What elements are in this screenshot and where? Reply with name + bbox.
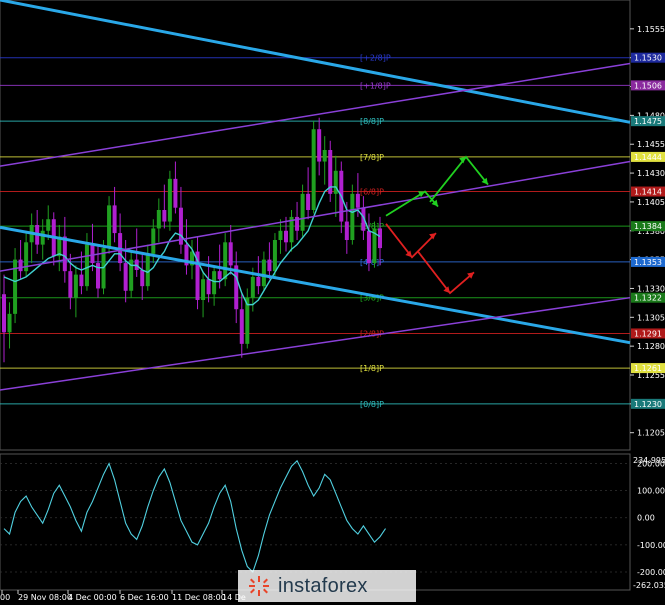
price-tag-label: 1.1414 bbox=[634, 188, 662, 197]
candle-body bbox=[40, 230, 45, 245]
candle-body bbox=[112, 205, 117, 234]
candle-body bbox=[228, 242, 233, 266]
candle-body bbox=[2, 294, 6, 333]
candle-body bbox=[46, 219, 51, 231]
candle-body bbox=[62, 236, 67, 272]
candle-body bbox=[223, 242, 228, 280]
price-tick-label: 1.1405 bbox=[637, 198, 665, 207]
candle-body bbox=[173, 178, 178, 208]
candle-body bbox=[151, 228, 156, 254]
candle-body bbox=[123, 263, 128, 291]
candle-body bbox=[217, 271, 222, 280]
murrey-level-label: [+2/8]P bbox=[360, 54, 391, 63]
murrey-level-label: [+1/8]P bbox=[360, 81, 391, 90]
watermark-brand-text: instaforex bbox=[278, 574, 368, 597]
candle-body bbox=[68, 271, 73, 298]
price-tag-label: 1.1530 bbox=[634, 54, 662, 63]
candle-body bbox=[311, 129, 316, 210]
upper-trend-line bbox=[0, 0, 631, 124]
watermark-logo: instaforex bbox=[238, 570, 416, 602]
oscillator-max-label: 234.9955 bbox=[633, 456, 665, 465]
chart-window: 1.15551.15301.15051.14801.14551.14301.14… bbox=[0, 0, 665, 605]
candle-body bbox=[272, 240, 277, 272]
murrey-level-label: [7/8]P bbox=[360, 153, 384, 162]
candle-body bbox=[73, 274, 78, 298]
instaforex-logo-icon bbox=[249, 576, 269, 596]
forecast-up-arrow-2-head bbox=[459, 156, 466, 164]
price-tick-label: 1.1205 bbox=[637, 429, 665, 438]
candle-body bbox=[284, 230, 288, 243]
candle-body bbox=[300, 193, 305, 231]
candle-body bbox=[322, 150, 327, 162]
price-tick-label: 1.1330 bbox=[637, 284, 665, 293]
oscillator-line bbox=[3, 459, 386, 574]
time-axis-label: 6 Dec 16:00 bbox=[120, 593, 169, 602]
candle-body bbox=[162, 210, 167, 222]
candle-body bbox=[239, 309, 244, 344]
candle-body bbox=[18, 259, 23, 272]
candle-body bbox=[261, 259, 266, 287]
price-tick-label: 1.1305 bbox=[637, 313, 665, 322]
candle-body bbox=[256, 276, 261, 287]
oscillator-tick-label: 0.00 bbox=[637, 514, 655, 523]
lower-trend-line bbox=[0, 225, 631, 345]
candle-body bbox=[90, 244, 95, 264]
murrey-level-label: [1/8]P bbox=[360, 364, 384, 373]
candle-body bbox=[278, 230, 283, 240]
price-tag-label: 1.1506 bbox=[634, 81, 662, 90]
candle-body bbox=[167, 178, 172, 222]
time-axis-label: 4 Dec 00:00 bbox=[68, 593, 117, 602]
price-tag-label: 1.1230 bbox=[634, 400, 662, 409]
oscillator-min-label: -262.035 bbox=[633, 581, 665, 590]
candle-body bbox=[107, 205, 112, 249]
price-tag-label: 1.1322 bbox=[634, 294, 662, 303]
price-tag-label: 1.1353 bbox=[634, 258, 662, 267]
price-tick-label: 1.1280 bbox=[637, 342, 665, 351]
time-axis-label: 11 Dec 08:00 bbox=[172, 593, 226, 602]
oscillator-tick-label: 100.00 bbox=[637, 487, 665, 496]
murrey-level-label: [8/8]P bbox=[360, 117, 384, 126]
price-tick-label: 1.1430 bbox=[637, 169, 665, 178]
candle-body bbox=[84, 244, 89, 287]
candle-body bbox=[212, 271, 217, 295]
candle-body bbox=[366, 230, 371, 264]
forecast-up-arrow-1 bbox=[385, 190, 439, 217]
forecast-down-arrow-2 bbox=[417, 250, 475, 295]
candle-body bbox=[350, 193, 355, 240]
candle-body bbox=[267, 259, 272, 272]
price-tag-label: 1.1475 bbox=[634, 117, 662, 126]
candle-body bbox=[317, 129, 322, 162]
candle-body bbox=[250, 276, 255, 298]
price-tick-label: 1.1555 bbox=[637, 25, 665, 34]
oscillator-tick-label: -200.00 bbox=[637, 568, 665, 577]
candle-body bbox=[344, 221, 349, 240]
price-chart: 1.15551.15301.15051.14801.14551.14301.14… bbox=[0, 0, 665, 602]
candle-body bbox=[156, 210, 161, 229]
channel-lower-line bbox=[0, 296, 631, 391]
candle-body bbox=[7, 313, 12, 333]
main-panel-frame bbox=[0, 0, 631, 451]
forecast-down-arrow-1 bbox=[385, 223, 437, 259]
price-tag-label: 1.1291 bbox=[634, 329, 662, 338]
candle-body bbox=[201, 279, 206, 300]
candle-body bbox=[206, 279, 211, 295]
price-tick-label: 1.1455 bbox=[637, 140, 665, 149]
murrey-level-label: [0/8]P bbox=[360, 400, 384, 409]
candle-body bbox=[355, 193, 360, 208]
candle-body bbox=[79, 274, 84, 287]
candle-body bbox=[378, 228, 382, 249]
time-axis-label: 00 bbox=[0, 593, 10, 602]
candle-body bbox=[140, 270, 145, 287]
candle-body bbox=[145, 253, 150, 287]
candle-body bbox=[306, 193, 311, 210]
oscillator-tick-label: -100.00 bbox=[637, 541, 665, 550]
murrey-level-label: [6/8]P bbox=[360, 188, 384, 197]
price-tag-label: 1.1384 bbox=[634, 222, 662, 231]
price-tag-label: 1.1261 bbox=[634, 364, 662, 373]
forecast-down-arrow-2-head bbox=[443, 286, 450, 294]
time-axis-label: 29 Nov 08:00 bbox=[18, 593, 72, 602]
price-tag-label: 1.1444 bbox=[634, 153, 662, 162]
